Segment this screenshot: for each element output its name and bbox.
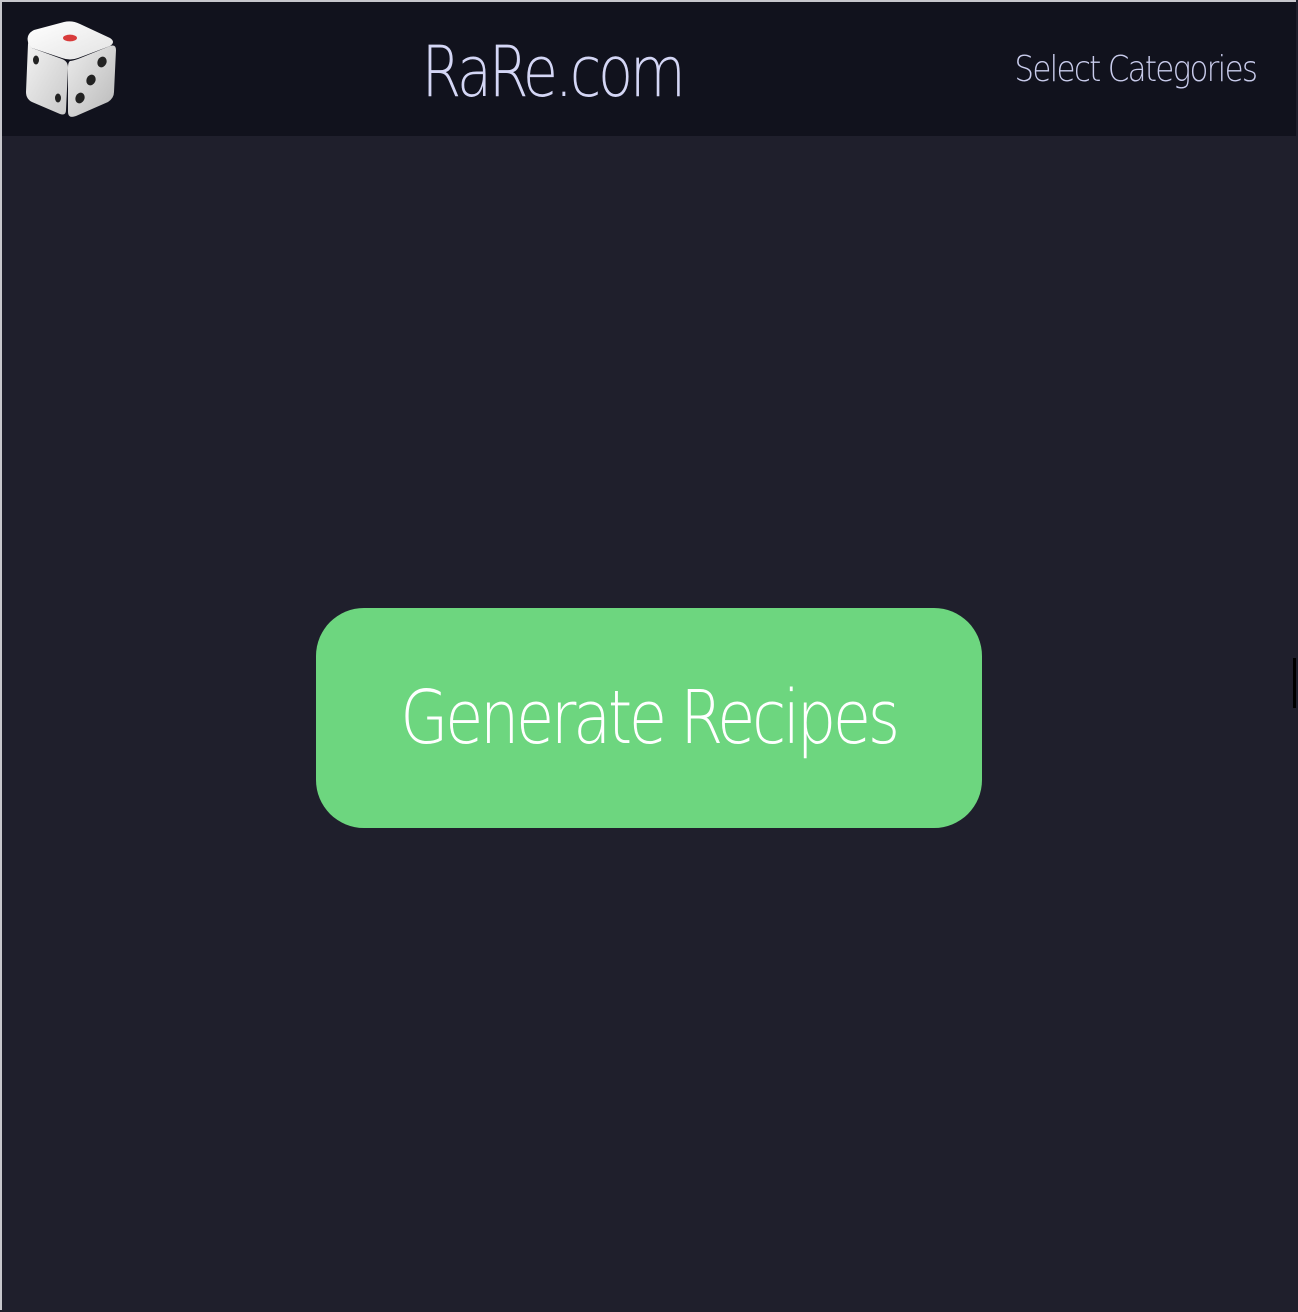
- page-frame: RaRe.com Select Categories Generate Reci…: [0, 0, 1296, 1310]
- select-categories-link[interactable]: Select Categories: [1014, 48, 1258, 92]
- site-title[interactable]: RaRe.com: [101, 32, 1003, 112]
- site-header: RaRe.com Select Categories: [2, 2, 1296, 136]
- generate-recipes-label: Generate Recipes: [400, 675, 901, 761]
- scroll-edge-indicator: [1293, 658, 1296, 708]
- generate-recipes-button[interactable]: Generate Recipes: [316, 608, 982, 828]
